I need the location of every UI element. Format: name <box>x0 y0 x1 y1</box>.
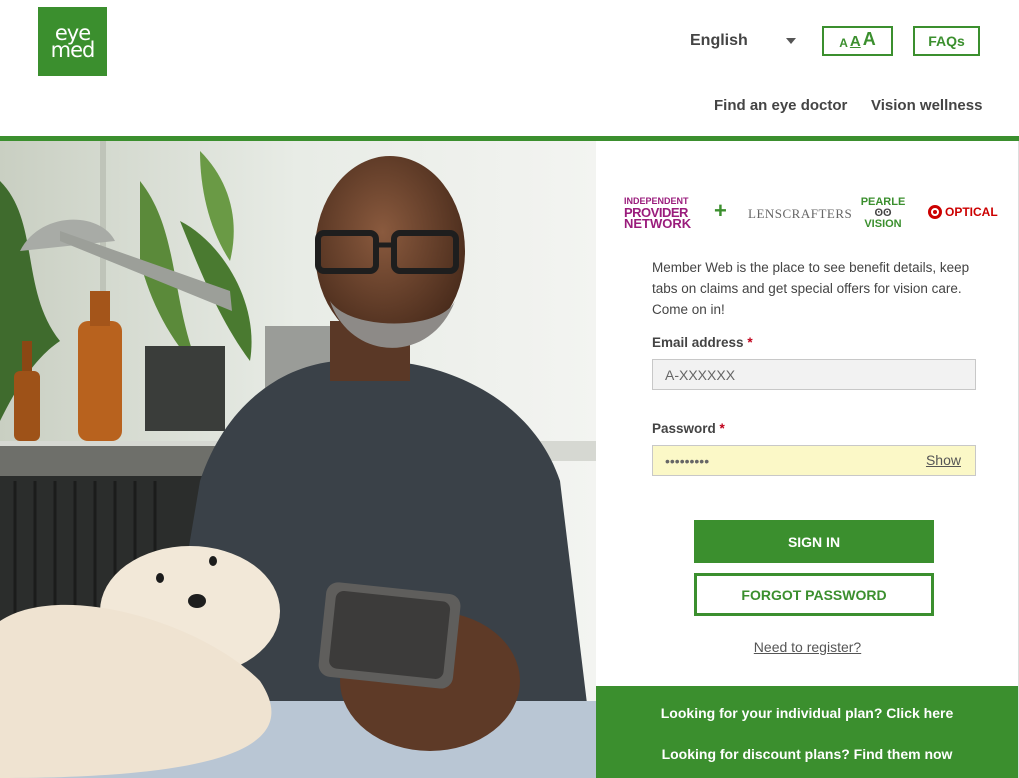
language-select[interactable]: English <box>690 32 748 50</box>
target-icon <box>928 205 942 219</box>
show-password-link[interactable]: Show <box>926 452 961 468</box>
required-mark: * <box>719 421 725 436</box>
pearle-vision-logo: PEARLE ʘʘ VISION <box>860 196 906 230</box>
intro-text: Member Web is the place to see benefit d… <box>652 260 970 317</box>
lenscrafters-logo: LENSCRAFTERS <box>748 206 853 221</box>
logo-line-2: med <box>50 37 96 62</box>
password-value: ••••••••• <box>665 452 710 469</box>
site-header: eye med English A A A FAQs Find an eye d… <box>0 0 1019 136</box>
faqs-button[interactable]: FAQs <box>913 26 980 56</box>
forgot-password-button[interactable]: FORGOT PASSWORD <box>694 573 934 616</box>
hero-photo <box>0 141 596 778</box>
target-optical-logo: OPTICAL <box>928 205 998 219</box>
ipn-line-3: NETWORK <box>624 216 692 231</box>
chevron-down-icon[interactable] <box>786 38 796 44</box>
email-label-text: Email address <box>652 335 744 350</box>
email-field[interactable]: A-XXXXXX <box>652 359 976 390</box>
text-size-button[interactable]: A A A <box>822 26 893 56</box>
sign-in-button[interactable]: SIGN IN <box>694 520 934 563</box>
plan-promo-banner: Looking for your individual plan? Click … <box>596 686 1018 778</box>
individual-plan-link[interactable]: Looking for your individual plan? Click … <box>596 705 1018 721</box>
text-size-large: A <box>862 29 876 49</box>
text-size-medium: A <box>849 33 861 50</box>
register-link[interactable]: Need to register? <box>596 639 1019 655</box>
login-panel: INDEPENDENT PROVIDER NETWORK + LENSCRAFT… <box>596 141 1019 778</box>
independent-provider-network-logo: INDEPENDENT PROVIDER NETWORK <box>624 196 692 231</box>
pearle-line-2: VISION <box>864 218 902 230</box>
email-label: Email address * <box>652 335 753 350</box>
nav-find-eye-doctor[interactable]: Find an eye doctor <box>714 97 847 114</box>
nav-vision-wellness[interactable]: Vision wellness <box>871 97 982 114</box>
hero-illustration <box>0 141 596 778</box>
plus-icon: + <box>714 198 727 223</box>
partner-logos: INDEPENDENT PROVIDER NETWORK + LENSCRAFT… <box>624 196 1004 232</box>
password-label: Password * <box>652 421 725 436</box>
text-size-small: A <box>839 36 848 50</box>
required-mark: * <box>747 335 753 350</box>
password-label-text: Password <box>652 421 716 436</box>
eyemed-logo[interactable]: eye med <box>38 7 107 76</box>
glasses-icon: ʘʘ <box>874 207 892 219</box>
target-label: OPTICAL <box>945 205 998 219</box>
password-field[interactable]: ••••••••• Show <box>652 445 976 476</box>
discount-plans-link[interactable]: Looking for discount plans? Find them no… <box>596 746 1018 762</box>
